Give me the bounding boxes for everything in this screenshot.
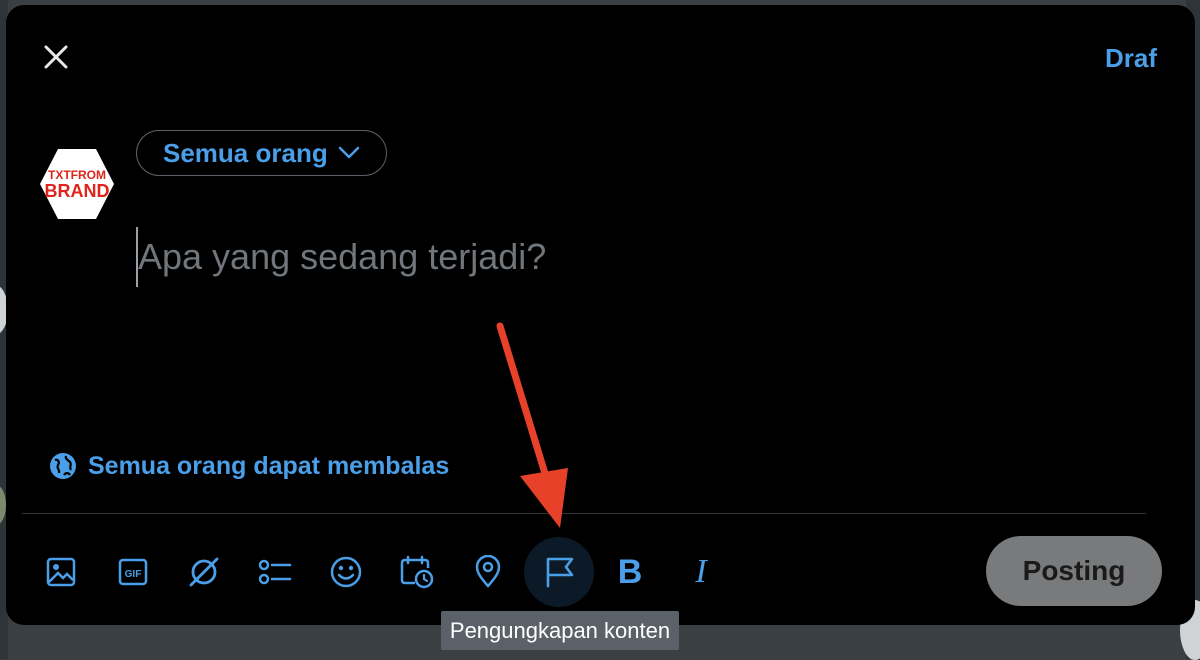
grok-button[interactable]: [169, 537, 239, 607]
drafts-link[interactable]: Draf: [1105, 43, 1157, 74]
media-button[interactable]: [26, 537, 96, 607]
emoji-button[interactable]: [311, 537, 381, 607]
reply-setting-button[interactable]: Semua orang dapat membalas: [48, 451, 449, 481]
post-button[interactable]: Posting: [986, 536, 1162, 606]
schedule-icon: [400, 555, 434, 589]
location-icon: [475, 555, 501, 588]
poll-icon: [258, 559, 292, 585]
italic-button[interactable]: I: [666, 537, 736, 607]
location-button[interactable]: [453, 537, 523, 607]
audience-label: Semua orang: [163, 137, 328, 168]
grok-icon: [189, 557, 219, 587]
avatar-text-line2: BRAND: [45, 181, 110, 201]
gif-icon: GIF: [118, 558, 148, 586]
chevron-down-icon: [338, 146, 359, 159]
italic-icon: I: [695, 553, 707, 590]
avatar-text-line1: TXTFROM: [48, 168, 106, 182]
compose-input[interactable]: [136, 227, 1138, 287]
avatar[interactable]: TXTFROM BRAND: [38, 145, 116, 223]
compose-modal: Draf TXTFROM BRAND Semua orang Semua ora…: [6, 5, 1195, 625]
divider: [22, 513, 1146, 514]
bold-icon: B: [617, 552, 643, 591]
globe-icon: [50, 453, 76, 479]
gif-button[interactable]: GIF: [98, 537, 168, 607]
reply-setting-label: Semua orang dapat membalas: [88, 451, 450, 480]
schedule-button[interactable]: [382, 537, 452, 607]
poll-button[interactable]: [240, 537, 310, 607]
audience-selector-button[interactable]: Semua orang: [136, 130, 387, 176]
image-icon: [46, 557, 76, 587]
gif-icon-text: GIF: [125, 569, 142, 580]
content-disclosure-button[interactable]: [524, 537, 594, 607]
close-button[interactable]: [36, 37, 76, 77]
flag-icon: [546, 557, 574, 588]
bold-button[interactable]: B: [595, 537, 665, 607]
tooltip: Pengungkapan konten: [441, 611, 679, 650]
emoji-icon: [330, 556, 362, 588]
close-icon: [44, 45, 68, 69]
